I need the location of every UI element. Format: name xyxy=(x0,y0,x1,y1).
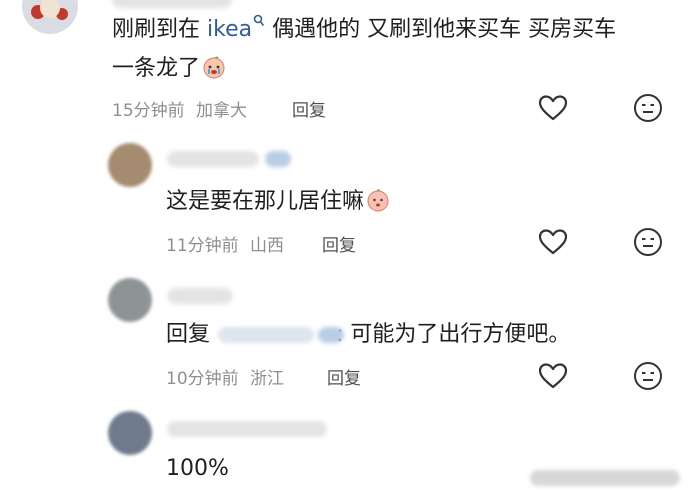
reply-prefix: 回复 xyxy=(166,322,211,347)
blurred-mention[interactable] xyxy=(218,327,314,343)
blurred-badge xyxy=(265,151,291,167)
location: 加拿大 xyxy=(196,101,248,121)
reply-button[interactable]: 回复 xyxy=(322,231,356,256)
timestamp: 15分钟前 xyxy=(112,101,185,121)
avatar-image xyxy=(31,0,68,20)
comment-text: 100% xyxy=(166,456,229,481)
search-icon xyxy=(253,14,265,27)
blurred-badge xyxy=(318,327,344,343)
comment-text: 这是要在那儿居住嘛 xyxy=(166,185,390,219)
blurred-username xyxy=(167,151,259,167)
blurred-username xyxy=(112,0,232,8)
neutral-face-icon[interactable] xyxy=(632,226,664,258)
avatar[interactable] xyxy=(108,411,152,455)
avatar[interactable] xyxy=(108,278,152,322)
search-link[interactable]: ikea xyxy=(207,14,265,42)
comment-meta: 11分钟前 山西 xyxy=(166,231,284,256)
blurred-username xyxy=(167,421,327,437)
crying-emoji-icon xyxy=(203,56,225,79)
heart-outline-icon[interactable] xyxy=(537,360,569,392)
location: 山西 xyxy=(250,236,285,256)
neutral-face-icon[interactable] xyxy=(632,360,664,392)
watermark xyxy=(530,470,680,486)
avatar[interactable] xyxy=(22,0,78,34)
peach-emoji-icon xyxy=(367,189,389,212)
comment-text-line2: 一条龙了 xyxy=(112,52,226,86)
blurred-username xyxy=(167,288,233,304)
comment-text: 刚刷到在 ikea 偶遇他的 又刷到他来买车 买房买车 xyxy=(112,13,616,47)
avatar[interactable] xyxy=(108,143,152,187)
timestamp: 10分钟前 xyxy=(166,369,239,389)
reply-button[interactable]: 回复 xyxy=(327,364,361,389)
neutral-face-icon[interactable] xyxy=(632,92,664,124)
comment-meta: 15分钟前 加拿大 xyxy=(112,96,247,121)
timestamp: 11分钟前 xyxy=(166,236,239,256)
heart-outline-icon[interactable] xyxy=(537,226,569,258)
location: 浙江 xyxy=(250,369,285,389)
reply-button[interactable]: 回复 xyxy=(292,96,326,121)
heart-outline-icon[interactable] xyxy=(537,92,569,124)
comment-meta: 10分钟前 浙江 xyxy=(166,364,284,389)
